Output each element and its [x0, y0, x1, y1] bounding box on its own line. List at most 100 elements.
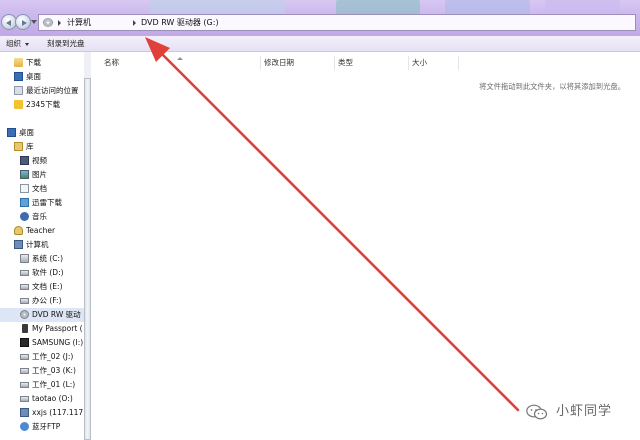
nav-item-samsung[interactable]: SAMSUNG (I:): [0, 336, 84, 350]
wechat-logo-icon: [526, 404, 548, 420]
desktop-icon: [14, 72, 23, 81]
nav-item-drive-f[interactable]: 办公 (F:): [0, 294, 84, 308]
navigation-pane: 下载 桌面 最近访问的位置 2345下载 桌面 库 视频 图片 文档 迅雷下载 …: [0, 52, 91, 440]
nav-item-teacher[interactable]: Teacher: [0, 224, 84, 238]
nav-item-label: Teacher: [26, 226, 56, 235]
nav-item-label: 库: [26, 142, 34, 151]
column-header-type[interactable]: 类型: [335, 56, 409, 70]
watermark-text: 小虾同学: [556, 404, 613, 419]
drive-icon: [20, 284, 29, 290]
nav-item-pictures[interactable]: 图片: [0, 168, 84, 182]
column-header-size[interactable]: 大小: [409, 56, 459, 70]
documents-library-icon: [20, 184, 29, 193]
computer-icon: [14, 240, 23, 249]
nav-item-label: 办公 (F:): [32, 296, 62, 305]
nav-item-label: DVD RW 驱动: [32, 310, 81, 319]
music-library-icon: [20, 212, 29, 221]
nav-item-label: 迅雷下载: [32, 198, 62, 207]
nav-item-label: xxjs (117.117.: [32, 408, 86, 417]
back-arrow-icon: [6, 20, 11, 26]
nav-item-drive-d[interactable]: 软件 (D:): [0, 266, 84, 280]
recent-places-icon: [14, 86, 23, 95]
recent-pages-dropdown-icon[interactable]: [31, 20, 37, 24]
drive-icon: [20, 270, 29, 276]
organize-button[interactable]: 组织: [6, 39, 21, 49]
optical-drive-icon: [43, 18, 53, 27]
system-drive-icon: [20, 254, 29, 263]
nav-item-drive-k[interactable]: 工作_03 (K:): [0, 364, 84, 378]
nav-item-label: 计算机: [26, 240, 49, 249]
nav-item-network-xxjs[interactable]: xxjs (117.117.: [0, 406, 86, 420]
thunder-download-icon: [20, 198, 29, 207]
nav-item-label: 软件 (D:): [32, 268, 64, 277]
bluetooth-ftp-icon: [20, 422, 29, 431]
nav-item-label: 2345下载: [26, 100, 61, 109]
pictures-library-icon: [20, 170, 29, 179]
drop-files-hint: 将文件拖动到此文件夹，以将其添加到光盘。: [479, 82, 625, 91]
nav-item-drive-j[interactable]: 工作_02 (J:): [0, 350, 84, 364]
user-folder-icon: [14, 226, 23, 235]
nav-item-drive-e[interactable]: 文档 (E:): [0, 280, 84, 294]
nav-item-downloads[interactable]: 下载: [0, 56, 84, 70]
nav-item-label: My Passport (: [32, 324, 83, 333]
nav-item-label: taotao (O:): [32, 394, 73, 403]
nav-item-label: 工作_02 (J:): [32, 352, 74, 361]
network-drive-icon: [20, 408, 29, 417]
nav-item-my-passport[interactable]: My Passport (: [0, 322, 84, 336]
drive-icon: [20, 354, 29, 360]
nav-item-libraries[interactable]: 库: [0, 140, 84, 154]
nav-item-thunder-downloads[interactable]: 迅雷下载: [0, 196, 84, 210]
nav-item-label: 蓝牙FTP: [32, 422, 61, 431]
drive-icon: [20, 382, 29, 388]
nav-item-label: 文档: [32, 184, 47, 193]
nav-item-bluetooth-ftp[interactable]: 蓝牙FTP: [0, 420, 84, 434]
nav-item-drive-c[interactable]: 系统 (C:): [0, 252, 84, 266]
nav-item-2345-downloads[interactable]: 2345下载: [0, 98, 84, 112]
nav-item-documents[interactable]: 文档: [0, 182, 84, 196]
nav-item-label: SAMSUNG (I:): [32, 338, 84, 347]
nav-item-label: 工作_03 (K:): [32, 366, 76, 375]
nav-item-label: 音乐: [32, 212, 47, 221]
folder-icon: [14, 100, 23, 109]
nav-item-label: 最近访问的位置: [26, 86, 79, 95]
nav-scrollbar-thumb[interactable]: [84, 78, 91, 440]
nav-item-videos[interactable]: 视频: [0, 154, 84, 168]
dvd-drive-icon: [20, 310, 29, 319]
nav-item-label: 下载: [26, 58, 41, 67]
breadcrumb-computer[interactable]: 计算机: [67, 17, 91, 29]
nav-item-drive-l[interactable]: 工作_01 (L:): [0, 378, 84, 392]
command-toolbar: 组织 刻录到光盘: [0, 36, 640, 52]
column-header-row: 名称 修改日期 类型 大小: [91, 56, 640, 72]
nav-item-label: 图片: [32, 170, 47, 179]
drive-icon: [20, 298, 29, 304]
portable-device-icon: [22, 324, 28, 333]
nav-item-desktop[interactable]: 桌面: [0, 126, 84, 140]
nav-item-label: 文档 (E:): [32, 282, 63, 291]
sort-ascending-icon: [177, 57, 183, 60]
nav-item-drive-o[interactable]: taotao (O:): [0, 392, 84, 406]
breadcrumb-separator-icon[interactable]: [58, 20, 61, 26]
chevron-down-icon[interactable]: [25, 43, 29, 46]
download-folder-icon: [14, 58, 23, 67]
nav-item-computer[interactable]: 计算机: [0, 238, 84, 252]
column-header-date-modified[interactable]: 修改日期: [261, 56, 335, 70]
burn-to-disc-button[interactable]: 刻录到光盘: [47, 39, 85, 49]
breadcrumb-dvd-drive[interactable]: DVD RW 驱动器 (G:): [141, 17, 219, 29]
drive-icon: [20, 368, 29, 374]
forward-button[interactable]: [15, 14, 31, 30]
address-bar[interactable]: 计算机 DVD RW 驱动器 (G:): [38, 14, 636, 31]
nav-item-label: 工作_01 (L:): [32, 380, 76, 389]
nav-item-music[interactable]: 音乐: [0, 210, 84, 224]
nav-item-dvd-drive[interactable]: DVD RW 驱动: [0, 308, 84, 322]
window-title-bar: 计算机 DVD RW 驱动器 (G:): [0, 0, 640, 36]
removable-drive-icon: [20, 338, 29, 347]
nav-item-label: 系统 (C:): [32, 254, 63, 263]
nav-item-label: 桌面: [19, 128, 34, 137]
drive-icon: [20, 396, 29, 402]
file-list-pane[interactable]: 名称 修改日期 类型 大小 将文件拖动到此文件夹，以将其添加到光盘。: [91, 52, 640, 440]
breadcrumb-separator-icon[interactable]: [133, 20, 136, 26]
desktop-icon: [7, 128, 16, 137]
nav-item-recent-places[interactable]: 最近访问的位置: [0, 84, 84, 98]
library-icon: [14, 142, 23, 151]
nav-item-desktop-fav[interactable]: 桌面: [0, 70, 84, 84]
